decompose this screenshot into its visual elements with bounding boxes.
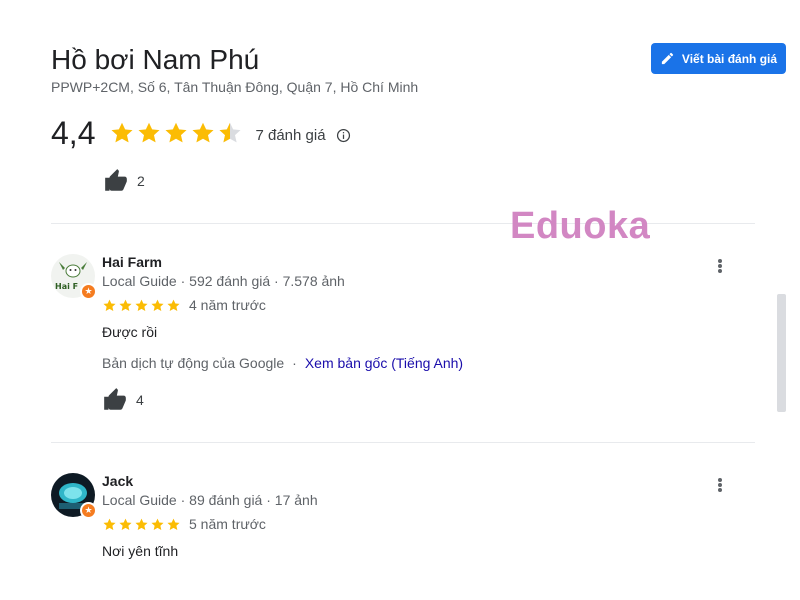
star-icon xyxy=(135,518,148,530)
review-text: Nơi yên tĩnh xyxy=(102,543,179,559)
reviews-page: Hồ bơi Nam Phú PPWP+2CM, Số 6, Tân Thuận… xyxy=(0,0,800,600)
star-icon xyxy=(138,122,160,143)
like-count: 2 xyxy=(137,173,145,189)
half-star-icon xyxy=(219,122,241,143)
star-icon xyxy=(103,518,116,530)
star-icon xyxy=(151,299,164,311)
write-review-button[interactable]: Viết bài đánh giá xyxy=(651,43,786,74)
thumbs-up-icon xyxy=(104,388,126,410)
star-icon xyxy=(135,299,148,311)
star-icon xyxy=(119,299,132,311)
review-rating: 5 năm trước xyxy=(102,516,266,532)
write-review-label: Viết bài đánh giá xyxy=(681,51,778,66)
view-original-link[interactable]: Xem bản gốc (Tiếng Anh) xyxy=(305,355,463,371)
review-rating: 4 năm trước xyxy=(102,297,266,313)
place-address: PPWP+2CM, Số 6, Tân Thuận Đông, Quận 7, … xyxy=(51,79,419,95)
translation-info: Bản dịch tự động của Google · Xem bản gốc … xyxy=(102,355,463,371)
local-guide-badge-icon: ★ xyxy=(80,283,97,300)
reviewer-meta: Local Guide · 89 đánh giá · 17 ảnh xyxy=(102,492,318,508)
local-guide-badge-icon: ★ xyxy=(80,502,97,519)
star-icon xyxy=(111,122,133,143)
translation-note: Bản dịch tự động của Google xyxy=(102,355,285,371)
more-options-icon[interactable] xyxy=(712,473,728,497)
info-icon[interactable] xyxy=(336,128,351,143)
star-icon xyxy=(167,518,180,530)
star-icon xyxy=(119,518,132,530)
review-count[interactable]: 7 đánh giá xyxy=(255,127,325,144)
rating-summary: 4,4 7 đánh giá xyxy=(51,113,351,153)
star-icon xyxy=(151,518,164,530)
more-options-icon[interactable] xyxy=(712,254,728,278)
review-stars xyxy=(102,517,181,532)
divider xyxy=(51,442,755,443)
avatar[interactable]: ★ xyxy=(51,473,97,519)
review-like-button[interactable]: 4 xyxy=(102,387,144,413)
avatar-text: Hai F xyxy=(55,282,78,291)
separator: · xyxy=(292,355,297,371)
avatar[interactable]: Hai F ★ xyxy=(51,254,97,300)
scrollbar-thumb[interactable] xyxy=(777,294,786,412)
rating-stars xyxy=(109,120,243,146)
star-icon xyxy=(192,122,214,143)
summary-like-button[interactable]: 2 xyxy=(103,168,145,194)
review-time: 4 năm trước xyxy=(189,297,266,313)
star-icon xyxy=(165,122,187,143)
star-icon xyxy=(167,299,180,311)
thumbs-up-icon xyxy=(105,169,127,191)
reviewer-name[interactable]: Hai Farm xyxy=(102,254,162,270)
review-time: 5 năm trước xyxy=(189,516,266,532)
place-title: Hồ bơi Nam Phú xyxy=(51,44,260,75)
reviewer-meta: Local Guide · 592 đánh giá · 7.578 ảnh xyxy=(102,273,345,289)
like-count: 4 xyxy=(136,392,144,408)
reviewer-name[interactable]: Jack xyxy=(102,473,133,489)
watermark: Eduoka xyxy=(510,205,651,247)
star-icon xyxy=(103,299,116,311)
pencil-icon xyxy=(661,52,674,65)
review-text: Được rồi xyxy=(102,324,158,340)
review-stars xyxy=(102,298,181,313)
rating-value: 4,4 xyxy=(51,115,96,151)
